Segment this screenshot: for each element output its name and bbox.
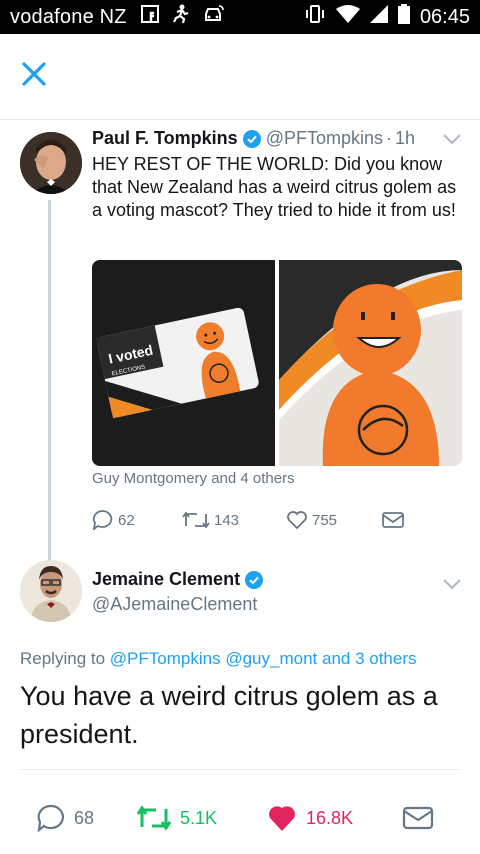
- signal-icon: [369, 5, 388, 29]
- reply-icon: [92, 510, 113, 530]
- like-button[interactable]: 755: [286, 510, 382, 530]
- reply-author-row: Jemaine Clement: [92, 569, 268, 590]
- replying-to: Replying to @PFTompkins @guy_mont and 3 …: [20, 649, 417, 669]
- chevron-down-icon[interactable]: [442, 577, 462, 591]
- reply-button[interactable]: 68: [36, 804, 136, 832]
- photo-1[interactable]: I voted ELECTIONS: [92, 260, 275, 466]
- verified-badge-icon: [242, 129, 261, 148]
- close-icon: [22, 62, 46, 86]
- like-button[interactable]: 16.8K: [266, 803, 402, 833]
- carrier-label: vodafone NZ: [10, 5, 127, 28]
- retweet-count: 5.1K: [180, 807, 218, 828]
- tweet-age: 1h: [395, 128, 416, 148]
- envelope-icon: [382, 512, 404, 528]
- heart-icon: [287, 511, 307, 530]
- author-name[interactable]: Jemaine Clement: [92, 569, 240, 590]
- close-button[interactable]: [14, 54, 54, 94]
- wifi-icon: [335, 5, 360, 29]
- reply-icon: [37, 804, 64, 832]
- retweet-icon: [182, 511, 210, 529]
- divider: [20, 769, 460, 770]
- like-count: 16.8K: [306, 807, 354, 828]
- tweet-actions: 62 143 755: [92, 510, 422, 530]
- heart-icon: [269, 806, 295, 831]
- clock: 06:45: [419, 5, 470, 28]
- avatar[interactable]: [20, 132, 82, 194]
- reply-count: 68: [74, 807, 95, 828]
- retweet-button[interactable]: 143: [182, 511, 286, 529]
- replying-prefix: Replying to: [20, 649, 106, 668]
- battery-icon: [397, 4, 410, 30]
- vibrate-icon: [304, 4, 326, 30]
- verified-badge-icon: [245, 570, 264, 589]
- top-bar: [0, 34, 480, 120]
- media-gallery[interactable]: I voted ELECTIONS: [92, 260, 462, 466]
- dm-button[interactable]: [382, 511, 404, 529]
- reply-actions: 68 5.1K 16.8K: [36, 803, 456, 833]
- like-count: 755: [312, 511, 338, 529]
- author-name[interactable]: Paul F. Tompkins: [92, 128, 238, 149]
- tweet-header: Paul F. Tompkins @PFTompkins · 1h: [92, 128, 462, 149]
- author-handle[interactable]: @PFTompkins: [266, 128, 383, 149]
- photo-2[interactable]: [279, 260, 462, 466]
- avatar[interactable]: [20, 560, 82, 622]
- mention-link[interactable]: @PFTompkins: [110, 649, 221, 668]
- author-handle[interactable]: @AJemaineClement: [92, 594, 268, 615]
- reply-count: 62: [118, 511, 135, 529]
- facebook-notification-icon: [140, 5, 159, 29]
- reply-button[interactable]: 62: [92, 510, 182, 530]
- reply-text: You have a weird citrus golem as a presi…: [20, 681, 438, 749]
- app-notification-icon: [171, 4, 191, 30]
- thread-line: [48, 200, 51, 620]
- tweet-text: HEY REST OF THE WORLD: Did you know that…: [92, 154, 457, 220]
- mention-link[interactable]: @guy_mont: [225, 649, 317, 668]
- chevron-down-icon[interactable]: [442, 132, 462, 146]
- retweet-icon: [136, 805, 172, 831]
- tagged-users[interactable]: Guy Montgomery and 4 others: [92, 470, 295, 487]
- retweet-count: 143: [214, 511, 240, 529]
- status-bar: vodafone NZ 06:45: [0, 0, 480, 34]
- separator: ·: [386, 128, 392, 148]
- dm-button[interactable]: [402, 805, 434, 831]
- car-notification-icon: [203, 5, 225, 29]
- envelope-icon: [402, 806, 434, 830]
- more-mentions-link[interactable]: and 3 others: [322, 649, 417, 668]
- retweet-button[interactable]: 5.1K: [136, 805, 266, 831]
